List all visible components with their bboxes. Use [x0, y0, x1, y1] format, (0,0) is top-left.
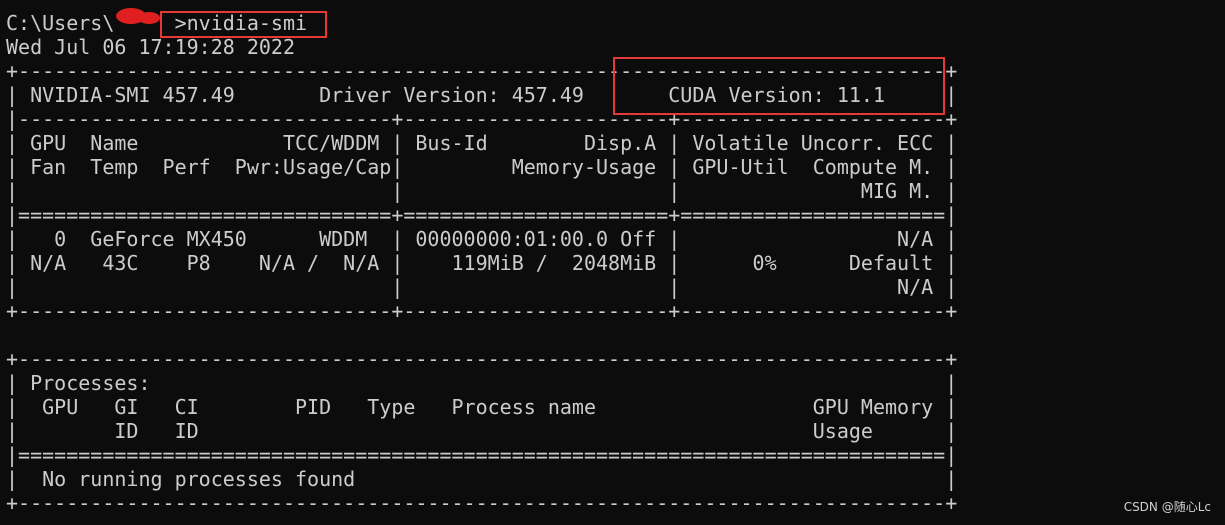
- timestamp-line: Wed Jul 06 17:19:28 2022: [6, 35, 295, 59]
- csdn-watermark: CSDN @随心Lc: [1123, 500, 1211, 514]
- gpu-table-bottom: +-------------------------------+-------…: [6, 299, 958, 323]
- command-highlight-box: [160, 11, 327, 38]
- gpu-row-line-1: | 0 GeForce MX450 WDDM | 00000000:01:00.…: [6, 227, 958, 251]
- gpu-header-line-2: | Fan Temp Perf Pwr:Usage/Cap| Memory-Us…: [6, 155, 958, 179]
- terminal-window[interactable]: C:\Users\ >nvidia-smi Wed Jul 06 17:19:2…: [0, 0, 1225, 525]
- redaction-scribble-2: [138, 12, 160, 24]
- gpu-header-line-1: | GPU Name TCC/WDDM | Bus-Id Disp.A | Vo…: [6, 131, 958, 155]
- processes-header-2: | ID ID Usage |: [6, 419, 958, 443]
- processes-header-1: | GPU GI CI PID Type Process name GPU Me…: [6, 395, 958, 419]
- processes-border-top: +---------------------------------------…: [6, 347, 958, 371]
- processes-title: | Processes: |: [6, 371, 958, 395]
- no-processes-message: | No running processes found |: [6, 467, 958, 491]
- gpu-header-separator: |===============================+=======…: [6, 203, 958, 227]
- processes-separator: |=======================================…: [6, 443, 958, 467]
- gpu-row-line-3: | | | N/A |: [6, 275, 958, 299]
- gpu-header-line-3: | | | MIG M. |: [6, 179, 958, 203]
- processes-border-bottom: +---------------------------------------…: [6, 491, 958, 515]
- gpu-row-line-2: | N/A 43C P8 N/A / N/A | 119MiB / 2048Mi…: [6, 251, 958, 275]
- cuda-version-highlight-box: [613, 57, 945, 115]
